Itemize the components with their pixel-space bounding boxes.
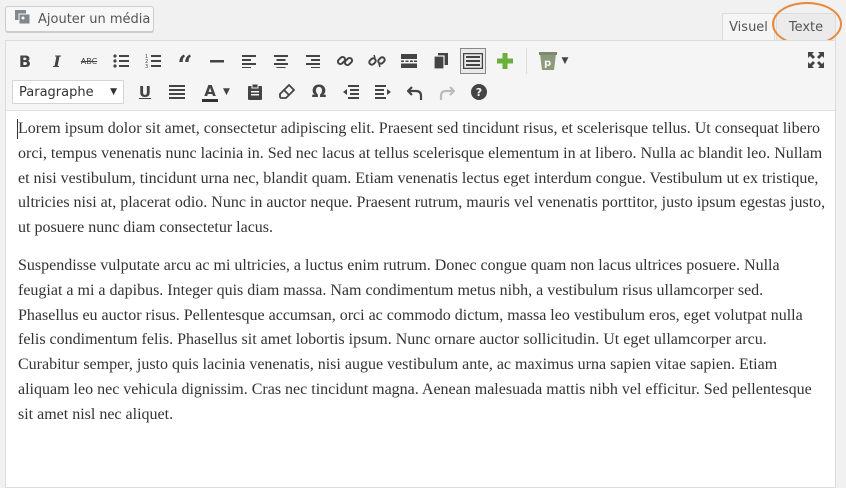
align-right-icon (306, 54, 320, 68)
bullet-list-icon (113, 54, 129, 68)
underline-icon: U (138, 83, 152, 101)
unlink-icon (368, 52, 386, 70)
fullscreen-icon (808, 52, 824, 72)
chevron-down-icon: ▼ (223, 87, 230, 97)
format-select[interactable]: Paragraphe ▼ (12, 80, 124, 104)
undo-icon (407, 84, 423, 100)
outdent-button[interactable] (338, 79, 364, 105)
justify-icon (169, 85, 185, 99)
editor-content[interactable]: Lorem ipsum dolor sit amet, consectetur … (18, 117, 826, 441)
tab-visual[interactable]: Visuel (722, 13, 775, 41)
read-more-button[interactable] (396, 48, 422, 74)
read-more-icon (401, 54, 417, 68)
text-color-button[interactable]: A ▼ (196, 79, 236, 105)
plus-icon (497, 53, 513, 69)
undo-button[interactable] (402, 79, 428, 105)
indent-icon (375, 85, 391, 99)
underline-button[interactable]: U (132, 79, 158, 105)
align-right-button[interactable] (300, 48, 326, 74)
strikethrough-icon: ABC (80, 56, 98, 66)
horizontal-line-icon (210, 59, 224, 63)
eraser-icon (279, 84, 295, 100)
paste-word-button[interactable] (428, 48, 454, 74)
paste-text-button[interactable] (242, 79, 268, 105)
help-icon: ? (471, 84, 487, 100)
toolbar-row-1: B I ABC 123 “ p ▼ (12, 46, 579, 79)
italic-icon: I (53, 51, 61, 71)
indent-button[interactable] (370, 79, 396, 105)
link-button[interactable] (332, 48, 358, 74)
paragraph: Suspendisse vulputate arcu ac mi ultrici… (18, 256, 812, 423)
add-media-button[interactable]: Ajouter un média (5, 6, 154, 32)
editor-frame: B I ABC 123 “ p ▼ Paragraphe ▼ U A ▼ Ω ?… (5, 40, 836, 488)
paragraph: Lorem ipsum dolor sit amet, consectetur … (18, 120, 826, 237)
unlink-button[interactable] (364, 48, 390, 74)
chevron-down-icon: ▼ (561, 56, 569, 66)
italic-button[interactable]: I (44, 48, 70, 74)
align-center-icon (274, 54, 288, 68)
align-center-button[interactable] (268, 48, 294, 74)
text-color-icon: A (202, 81, 219, 102)
editor-toolbar: B I ABC 123 “ p ▼ Paragraphe ▼ U A ▼ Ω ? (6, 41, 835, 111)
toolbar-separator (526, 48, 527, 74)
svg-text:3: 3 (145, 64, 148, 68)
special-character-button[interactable]: Ω (306, 79, 332, 105)
blockquote-button[interactable]: “ (172, 48, 198, 79)
strikethrough-button[interactable]: ABC (76, 48, 102, 74)
quote-icon: “ (177, 51, 193, 81)
plugin-icon: p (538, 51, 558, 71)
numbered-list-icon: 123 (145, 54, 161, 68)
toolbar-toggle-button[interactable] (460, 48, 486, 74)
justify-button[interactable] (164, 79, 190, 105)
add-media-label: Ajouter un média (38, 11, 151, 27)
plugin-dropdown-button[interactable]: p ▼ (533, 48, 573, 74)
omega-icon: Ω (311, 82, 327, 102)
format-select-value: Paragraphe (19, 84, 94, 100)
link-icon (336, 52, 354, 70)
text-color-bar (202, 98, 219, 102)
align-left-button[interactable] (236, 48, 262, 74)
clipboard-icon (248, 84, 262, 100)
toolbar-row-2: Paragraphe ▼ U A ▼ Ω ? (12, 77, 498, 107)
bold-icon: B (18, 51, 32, 71)
paste-word-icon (434, 53, 448, 69)
redo-button[interactable] (434, 79, 460, 105)
clear-formatting-button[interactable] (274, 79, 300, 105)
outdent-icon (343, 85, 359, 99)
numbered-list-button[interactable]: 123 (140, 48, 166, 74)
align-left-icon (242, 54, 256, 68)
add-button[interactable] (492, 48, 518, 74)
tab-text[interactable]: Texte (776, 13, 836, 41)
svg-text:p: p (544, 58, 551, 69)
redo-icon (439, 84, 455, 100)
keyboard-icon (463, 53, 483, 69)
fullscreen-button[interactable] (804, 50, 828, 74)
text-color-letter: A (204, 81, 216, 100)
horizontal-line-button[interactable] (204, 48, 230, 74)
bold-button[interactable]: B (12, 48, 38, 74)
help-button[interactable]: ? (466, 79, 492, 105)
media-icon (14, 9, 38, 29)
chevron-down-icon: ▼ (110, 87, 117, 97)
bullet-list-button[interactable] (108, 48, 134, 74)
